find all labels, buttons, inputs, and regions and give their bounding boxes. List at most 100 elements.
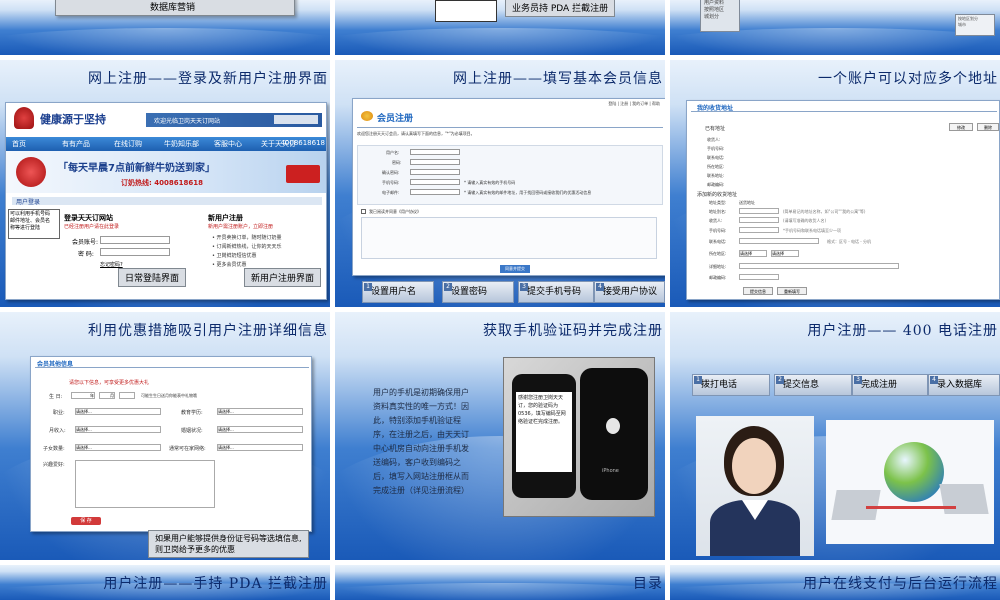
slide-address[interactable]: 一个账户可以对应多个地址 我的收货地址 已有地址 修改 删除 收货人: 手机号码…: [670, 60, 1000, 307]
year-select[interactable]: 年: [71, 392, 95, 399]
email-input[interactable]: [410, 189, 460, 195]
slide-title: 一个账户可以对应多个地址: [818, 71, 998, 87]
reset-button[interactable]: 重新填写: [777, 287, 807, 295]
slide-payment[interactable]: 用户在线支付与后台运行流程: [670, 565, 1000, 600]
step-submit-phone: 3 提交手机号码: [518, 281, 594, 303]
reg-benefit: • 更多会员优惠: [212, 262, 247, 268]
password-input[interactable]: [100, 248, 170, 256]
nav-item[interactable]: 有有产品: [62, 139, 90, 149]
truck-icon: [286, 165, 320, 183]
cow-logo-icon: [16, 157, 46, 187]
reg-benefit: • 订阅新鲜热线，让你的天天乐: [212, 244, 282, 250]
region-select[interactable]: 请选择: [739, 250, 767, 257]
form-fields: 用户名: 密码: 确认密码: 手机号码: * 请输入真实有效的手机号码 电子邮件…: [357, 145, 663, 205]
reg-benefit: • 卫岗鲜奶短信优惠: [212, 253, 257, 259]
day-select[interactable]: [119, 392, 135, 399]
interest-textarea[interactable]: [75, 460, 215, 508]
zip-input[interactable]: [739, 274, 779, 280]
hotline: 订奶热线: 4008618618: [121, 179, 203, 187]
agree-label: 我已阅读并同意《用户协议》: [369, 209, 421, 214]
nav-item[interactable]: 牛奶知乐部: [164, 139, 199, 149]
alias-input[interactable]: [739, 208, 779, 214]
details-tip: 请您以下信息，可享受更多优惠大礼: [69, 380, 150, 386]
slide-sms[interactable]: 获取手机验证码并完成注册 用户的手机是初期确保用户资料真实性的唯一方式！因此，特…: [335, 312, 665, 560]
member-icon: [361, 111, 373, 121]
logo-icon: [14, 107, 34, 129]
address-form-screenshot: 我的收货地址 已有地址 修改 删除 收货人: 手机号码: 联系电话: 所在地区:…: [686, 100, 1000, 300]
step-submit-info: 2 提交信息: [774, 374, 852, 396]
step-accept-agreement: 4 接受用户协议: [594, 281, 665, 303]
slide-login[interactable]: 网上注册——登录及新用户注册界面 健康源于坚持 欢迎光临卫岗天天订网站 首页 有…: [0, 60, 330, 307]
month-select[interactable]: 月: [99, 392, 115, 399]
slide-pda[interactable]: 用户注册——手持 PDA 拦截注册: [0, 565, 330, 600]
step-set-username: 1 设置用户名: [362, 281, 434, 303]
slide-title: 网上注册——填写基本会员信息: [453, 71, 663, 87]
step-set-password: 2 设置密码: [442, 281, 514, 303]
hero-banner: 「每天早晨7点前新鲜牛奶送到家」 订奶热线: 4008618618: [6, 151, 326, 193]
slide-title: 用户注册—— 400 电话注册: [807, 323, 998, 339]
nav-item[interactable]: 在线订购: [114, 139, 142, 149]
slide-top-right[interactable]: 用户资料 按照地区 城划分 按地区划分 城市: [670, 0, 1000, 55]
phones-image: 感谢您注册卫岗天天订，您的验证码为0536，填写编码至网络验证栏完成注册。 iP…: [503, 357, 655, 517]
region-small: 按地区划分 城市: [958, 16, 978, 27]
marriage-select[interactable]: 请选择...: [217, 426, 303, 433]
network-select[interactable]: 请选择...: [217, 444, 303, 451]
call-agent-image: [696, 416, 814, 556]
section-header: 用户登录: [12, 197, 322, 206]
account-input[interactable]: [100, 236, 170, 244]
slide-top-left[interactable]: 数据库营销: [0, 0, 330, 55]
slide-400[interactable]: 用户注册—— 400 电话注册 1 拨打电话 2 提交信息 3 完成注册 4 录入数据库: [670, 312, 1000, 560]
caption-daily-login: 日常登陆界面: [118, 268, 187, 287]
top-nav: 首页 有有产品 在线订购 牛奶知乐部 客服中心 关于天天订 4008618618: [6, 137, 326, 151]
children-select[interactable]: 请选择...: [75, 444, 161, 451]
education-select[interactable]: 请选择...: [217, 408, 303, 415]
caption-new-user: 新用户注册界面: [244, 268, 322, 287]
tel-input[interactable]: [739, 238, 819, 244]
slide-toc[interactable]: 目录: [335, 565, 665, 600]
edit-button[interactable]: 修改: [949, 123, 973, 131]
step-database: 4 录入数据库: [928, 374, 1000, 396]
top-links: 登陆 | 注册 | 我的订单 | 帮助: [608, 101, 660, 106]
search-input[interactable]: [274, 115, 318, 124]
slide-grid: 数据库营销 业务员持 PDA 拦截注册 用户资料 按照地区 城划分 按地区划分 …: [0, 0, 1000, 600]
slide-title: 利用优惠措施吸引用户注册详细信息: [88, 323, 328, 339]
form-intro: 欢迎您注册天天订会员，请认真填写下面的信息，"*"为必填项目。: [357, 131, 475, 136]
agree-checkbox[interactable]: [361, 209, 366, 214]
password-label: 密 码:: [78, 251, 94, 258]
phone-input[interactable]: [739, 227, 779, 233]
job-select[interactable]: 请选择...: [75, 408, 161, 415]
save-button[interactable]: 保 存: [71, 517, 101, 525]
login-title: 登录天天订网站: [64, 214, 113, 222]
nav-item[interactable]: 首页: [12, 139, 26, 149]
agreement-text: [361, 217, 657, 259]
slide-title: 用户注册——手持 PDA 拦截注册: [103, 576, 328, 592]
password-input[interactable]: [410, 159, 460, 165]
mobile-input[interactable]: [410, 179, 460, 185]
name-input[interactable]: [739, 217, 779, 223]
confirm-password-input[interactable]: [410, 169, 460, 175]
apple-logo-icon: [606, 418, 620, 434]
banner-text: 「每天早晨7点前新鲜牛奶送到家」: [58, 163, 215, 174]
submit-info-button[interactable]: 提交信息: [743, 287, 773, 295]
submit-button[interactable]: 同意并提交: [500, 265, 530, 273]
slide-register[interactable]: 网上注册——填写基本会员信息 登陆 | 注册 | 我的订单 | 帮助 会员注册 …: [335, 60, 665, 307]
forgot-link[interactable]: 忘记密码?: [100, 261, 123, 268]
delete-button[interactable]: 删除: [977, 123, 999, 131]
nav-item[interactable]: 客服中心: [214, 139, 242, 149]
region-label: 用户资料 按照地区 城划分: [704, 0, 725, 20]
slide-top-mid[interactable]: 业务员持 PDA 拦截注册: [335, 0, 665, 55]
income-select[interactable]: 请选择...: [75, 426, 161, 433]
region-select-2[interactable]: 请选择: [771, 250, 799, 257]
slide-details[interactable]: 利用优惠措施吸引用户注册详细信息 会员其他信息 请您以下信息，可享受更多优惠大礼…: [0, 312, 330, 560]
pda-label: 业务员持 PDA 拦截注册: [505, 0, 616, 17]
slide-title: 网上注册——登录及新用户注册界面: [88, 71, 328, 87]
network-globe-image: [826, 420, 994, 544]
reg-hint: 新用户需注册账户，立即注册: [208, 224, 274, 230]
detail-address-input[interactable]: [739, 263, 899, 269]
details-caption: 如果用户能够提供身份证号码等选填信息, 则卫岗给予更多的优惠: [148, 530, 309, 558]
db-marketing-label: 数据库营销: [150, 3, 196, 13]
username-input[interactable]: [410, 149, 460, 155]
login-page-screenshot: 健康源于坚持 欢迎光临卫岗天天订网站 首页 有有产品 在线订购 牛奶知乐部 客服…: [5, 102, 327, 300]
form-header: 会员注册: [377, 114, 414, 124]
step-complete: 3 完成注册: [852, 374, 928, 396]
